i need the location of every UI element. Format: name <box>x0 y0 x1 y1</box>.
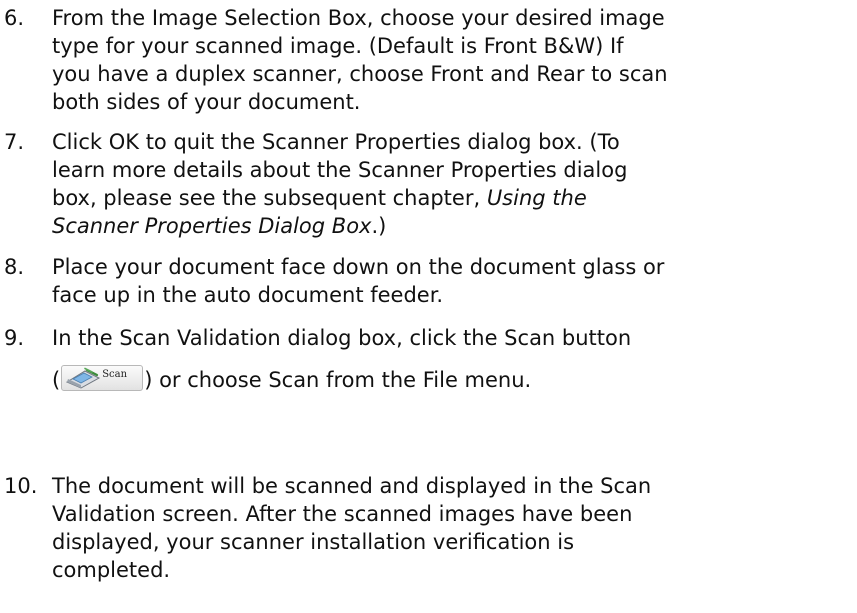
text-line: Scanner Properties Dialog Box.) <box>52 212 852 240</box>
text-line: ( Scan ) or choose Scan from the File men… <box>52 365 852 394</box>
text-line: The document will be scanned and display… <box>52 474 652 498</box>
text-segment: box, please see the subsequent chapter, <box>52 186 487 210</box>
step-10: 10. The document will be scanned and dis… <box>4 472 854 584</box>
text-segment: ) or choose Scan from the File menu. <box>144 368 532 392</box>
document-page: 6. From the Image Selection Box, choose … <box>0 0 857 613</box>
step-number: 9. <box>4 326 25 350</box>
text-line: Place your document face down on the doc… <box>52 255 665 279</box>
paren-open: ( <box>52 368 61 392</box>
text-line: From the Image Selection Box, choose you… <box>52 6 665 30</box>
step-6: 6. From the Image Selection Box, choose … <box>4 4 854 116</box>
text-line: face up in the auto document feeder. <box>52 283 444 307</box>
text-line: box, please see the subsequent chapter, … <box>52 184 852 212</box>
step-number: 8. <box>4 255 25 279</box>
step-7: 7. Click OK to quit the Scanner Properti… <box>4 128 854 240</box>
step-8: 8. Place your document face down on the … <box>4 253 854 309</box>
text-segment: .) <box>371 214 387 238</box>
text-line: learn more details about the Scanner Pro… <box>52 158 628 182</box>
step-number: 10. <box>4 474 38 498</box>
chapter-title-italic: Scanner Properties Dialog Box <box>52 214 372 238</box>
scan-button[interactable]: Scan <box>61 365 144 391</box>
text-line: In the Scan Validation dialog box, click… <box>52 326 632 350</box>
text-line: Click OK to quit the Scanner Properties … <box>52 130 620 154</box>
step-9: 9. In the Scan Validation dialog box, cl… <box>4 324 854 400</box>
text-line: both sides of your document. <box>52 90 361 114</box>
text-line: Validation screen. After the scanned ima… <box>52 502 633 526</box>
text-line: completed. <box>52 558 171 582</box>
scan-button-label: Scan <box>102 369 128 380</box>
scanner-icon <box>66 367 101 389</box>
text-line: type for your scanned image. (Default is… <box>52 34 624 58</box>
step-number: 6. <box>4 6 25 30</box>
step-number: 7. <box>4 130 25 154</box>
text-line: you have a duplex scanner, choose Front … <box>52 62 668 86</box>
text-line: displayed, your scanner installation ver… <box>52 530 575 554</box>
chapter-title-italic: Using the <box>486 186 587 210</box>
